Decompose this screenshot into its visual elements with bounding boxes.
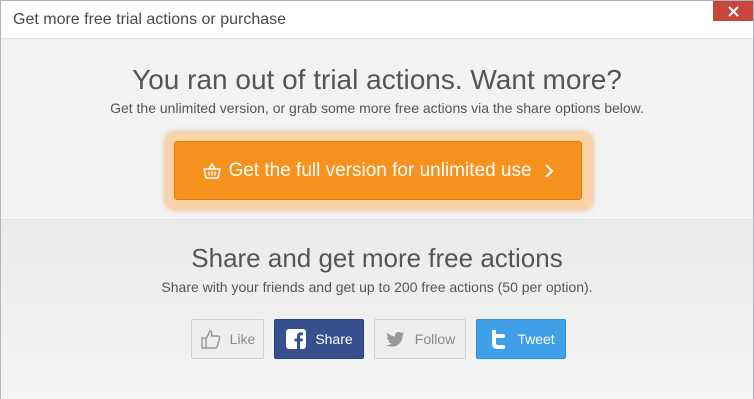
get-full-version-button[interactable]: Get the full version for unlimited use	[174, 141, 582, 200]
headline: You ran out of trial actions. Want more?	[132, 64, 622, 95]
like-button[interactable]: Like	[191, 319, 264, 359]
window-title: Get more free trial actions or purchase	[13, 11, 287, 28]
cta-label: Get the full version for unlimited use	[228, 159, 532, 181]
upgrade-section: You ran out of trial actions. Want more?…	[1, 40, 753, 220]
thumbs-up-icon	[200, 328, 222, 350]
share-subtitle: Share with your friends and get up to 20…	[161, 279, 593, 295]
share-section: Share and get more free actions Share wi…	[1, 221, 753, 399]
tweet-label: Tweet	[517, 331, 555, 347]
basket-icon	[203, 161, 222, 179]
twitter-follow-button[interactable]: Follow	[374, 319, 466, 359]
facebook-share-button[interactable]: Share	[274, 319, 364, 359]
follow-label: Follow	[414, 331, 456, 347]
twitter-t-icon	[487, 328, 509, 350]
twitter-bird-icon	[385, 328, 407, 350]
facebook-icon	[285, 328, 307, 350]
close-icon	[727, 5, 739, 17]
title-bar: Get more free trial actions or purchase	[1, 1, 753, 39]
close-button[interactable]	[713, 1, 753, 21]
share-label: Share	[315, 331, 353, 347]
tweet-button[interactable]: Tweet	[476, 319, 566, 359]
subline: Get the unlimited version, or grab some …	[110, 100, 644, 116]
dialog-window: Get more free trial actions or purchase …	[0, 0, 754, 399]
chevron-right-icon	[544, 163, 553, 178]
share-title: Share and get more free actions	[191, 243, 563, 273]
like-label: Like	[229, 331, 256, 347]
